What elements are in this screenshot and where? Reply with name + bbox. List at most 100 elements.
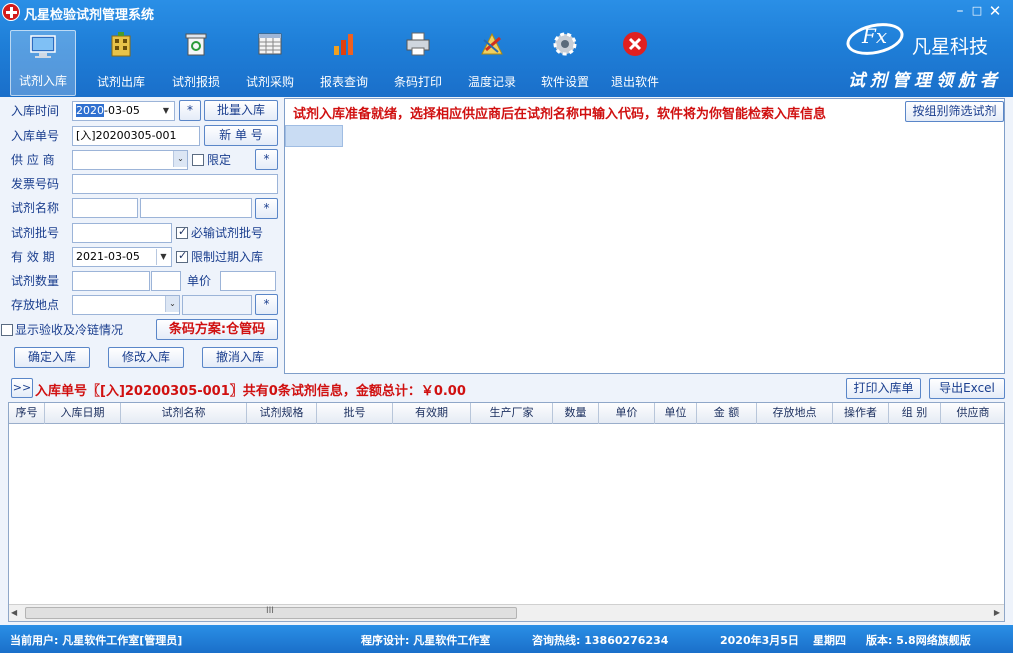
order-number-label: 入库单号 bbox=[11, 129, 60, 143]
column-header[interactable]: 试剂规格 bbox=[247, 403, 317, 424]
toolbar-reagent-purchase[interactable]: 试剂采购 bbox=[234, 28, 306, 96]
scroll-left-arrow-icon[interactable]: ◀ bbox=[11, 608, 17, 617]
reagent-code-field[interactable] bbox=[72, 198, 138, 218]
date-label: 入库时间 bbox=[11, 104, 60, 118]
limit-checkbox[interactable] bbox=[192, 154, 204, 166]
scrollbar-thumb[interactable]: III bbox=[25, 606, 517, 619]
order-number-field[interactable]: [入]20200305-001 bbox=[72, 126, 200, 146]
toolbar-report-query[interactable]: 报表查询 bbox=[308, 28, 380, 96]
lookup-selected-cell[interactable] bbox=[285, 125, 343, 147]
chevron-down-icon[interactable]: ⌄ bbox=[165, 296, 179, 312]
toolbar-label: 报表查询 bbox=[319, 75, 368, 89]
status-date: 2020年3月5日 bbox=[720, 634, 799, 647]
dropdown-arrow-icon[interactable]: ▼ bbox=[156, 249, 170, 265]
new-order-button[interactable]: 新 单 号 bbox=[204, 125, 278, 146]
horizontal-scrollbar[interactable]: ◀ III ▶ bbox=[9, 604, 1004, 621]
reagent-in-form: 入库时间 2020-03-05 ▼ * 批量入库 入库单号 [入]2020030… bbox=[0, 97, 284, 373]
show-cold-label: 显示验收及冷链情况 bbox=[15, 323, 124, 337]
limit-label: 限定 bbox=[207, 153, 232, 167]
supplier-star-button[interactable]: * bbox=[255, 149, 278, 170]
invoice-field[interactable] bbox=[72, 174, 278, 194]
group-filter-button[interactable]: 按组别筛选试剂 bbox=[905, 101, 1004, 122]
toolbar-label: 试剂报损 bbox=[171, 75, 220, 89]
dropdown-arrow-icon[interactable]: ▼ bbox=[159, 103, 173, 119]
column-header[interactable]: 操作者 bbox=[833, 403, 889, 424]
scroll-right-arrow-icon[interactable]: ▶ bbox=[994, 608, 1000, 617]
batch-field[interactable] bbox=[72, 223, 172, 243]
barcode-plan-button[interactable]: 条码方案:仓管码 bbox=[156, 319, 278, 340]
reagent-name-field[interactable] bbox=[140, 198, 252, 218]
export-excel-button[interactable]: 导出Excel bbox=[929, 378, 1005, 399]
chevron-down-icon[interactable]: ⌄ bbox=[173, 151, 187, 167]
toolbar-temperature-log[interactable]: 温度记录 bbox=[456, 28, 528, 96]
hotline: 咨询热线: 13860276234 bbox=[532, 634, 669, 647]
column-header[interactable]: 金 额 bbox=[697, 403, 757, 424]
brand-slogan: 试剂管理领航者 bbox=[848, 71, 1002, 91]
quantity-label: 试剂数量 bbox=[11, 274, 60, 288]
expand-button[interactable]: >> bbox=[11, 378, 33, 398]
column-header[interactable]: 批号 bbox=[317, 403, 393, 424]
price-label: 单价 bbox=[187, 274, 212, 288]
show-cold-checkbox[interactable] bbox=[1, 324, 13, 336]
toolbar-label: 条码打印 bbox=[393, 75, 442, 89]
toolbar-settings[interactable]: 软件设置 bbox=[530, 28, 600, 96]
red-cross-logo-icon bbox=[2, 3, 20, 21]
recycle-bin-icon bbox=[185, 33, 207, 56]
column-header[interactable]: 入库日期 bbox=[45, 403, 121, 424]
modify-in-button[interactable]: 修改入库 bbox=[108, 347, 184, 368]
must-batch-checkbox[interactable] bbox=[176, 225, 188, 239]
quantity-unit-field[interactable] bbox=[151, 271, 181, 291]
invoice-label: 发票号码 bbox=[11, 177, 60, 191]
toolbar-reagent-in[interactable]: 试剂入库 bbox=[10, 30, 76, 96]
limit-expired-checkbox[interactable] bbox=[176, 249, 188, 263]
date-picker[interactable]: 2020-03-05 ▼ bbox=[72, 101, 175, 121]
limit-expired-label: 限制过期入库 bbox=[191, 250, 264, 264]
reagent-name-label: 试剂名称 bbox=[11, 201, 60, 215]
toolbar-reagent-loss[interactable]: 试剂报损 bbox=[160, 28, 232, 96]
column-header[interactable]: 数量 bbox=[553, 403, 599, 424]
toolbar-exit[interactable]: 退出软件 bbox=[600, 28, 670, 96]
brand-block: Fx 凡星科技 试剂管理领航者 bbox=[843, 18, 1006, 91]
date-star-button[interactable]: * bbox=[179, 100, 201, 121]
cancel-in-button[interactable]: 撤消入库 bbox=[202, 347, 278, 368]
print-in-order-button[interactable]: 打印入库单 bbox=[846, 378, 921, 399]
column-header[interactable]: 试剂名称 bbox=[121, 403, 247, 424]
toolbar-label: 温度记录 bbox=[467, 75, 516, 89]
reagent-star-button[interactable]: * bbox=[255, 198, 278, 219]
supplier-select[interactable] bbox=[72, 150, 188, 170]
column-header[interactable]: 单价 bbox=[599, 403, 655, 424]
location-extra-field[interactable] bbox=[182, 295, 252, 315]
toolbar-barcode-print[interactable]: 条码打印 bbox=[382, 28, 454, 96]
column-header[interactable]: 有效期 bbox=[393, 403, 471, 424]
column-header[interactable]: 存放地点 bbox=[757, 403, 833, 424]
location-select[interactable] bbox=[72, 295, 180, 315]
column-header[interactable]: 供应商 bbox=[941, 403, 1005, 424]
close-button[interactable]: ✕ bbox=[985, 2, 1005, 20]
in-records-table[interactable]: 序号 入库日期 试剂名称 试剂规格 批号 有效期 生产厂家 数量 单价 单位 金… bbox=[8, 402, 1005, 622]
column-header[interactable]: 生产厂家 bbox=[471, 403, 553, 424]
toolbar-reagent-out[interactable]: 试剂出库 bbox=[86, 28, 156, 96]
building-icon bbox=[111, 32, 131, 57]
scroll-grip: III bbox=[266, 606, 274, 616]
location-star-button[interactable]: * bbox=[255, 294, 278, 315]
expiry-date-picker[interactable]: 2021-03-05 ▼ bbox=[72, 247, 172, 267]
brand-name: 凡星科技 bbox=[912, 36, 989, 58]
date-year: 2020 bbox=[76, 104, 104, 117]
toolbar-label: 软件设置 bbox=[540, 75, 589, 89]
column-header[interactable]: 组 别 bbox=[889, 403, 941, 424]
column-header[interactable]: 序号 bbox=[9, 403, 45, 424]
quantity-field[interactable] bbox=[72, 271, 150, 291]
toolbar-label: 试剂出库 bbox=[96, 75, 145, 89]
batch-in-button[interactable]: 批量入库 bbox=[204, 100, 278, 121]
column-header[interactable]: 单位 bbox=[655, 403, 697, 424]
exit-icon bbox=[623, 32, 647, 56]
toolbar-label: 试剂入库 bbox=[18, 74, 67, 88]
confirm-in-button[interactable]: 确定入库 bbox=[14, 347, 90, 368]
maximize-button[interactable]: □ bbox=[967, 2, 987, 20]
location-label: 存放地点 bbox=[11, 298, 60, 312]
price-field[interactable] bbox=[220, 271, 276, 291]
expiry-label: 有 效 期 bbox=[11, 250, 55, 264]
version-info: 版本: 5.8网络旗舰版 bbox=[866, 634, 971, 647]
expiry-date-value: 2021-03-05 bbox=[76, 250, 140, 263]
batch-label: 试剂批号 bbox=[11, 226, 60, 240]
